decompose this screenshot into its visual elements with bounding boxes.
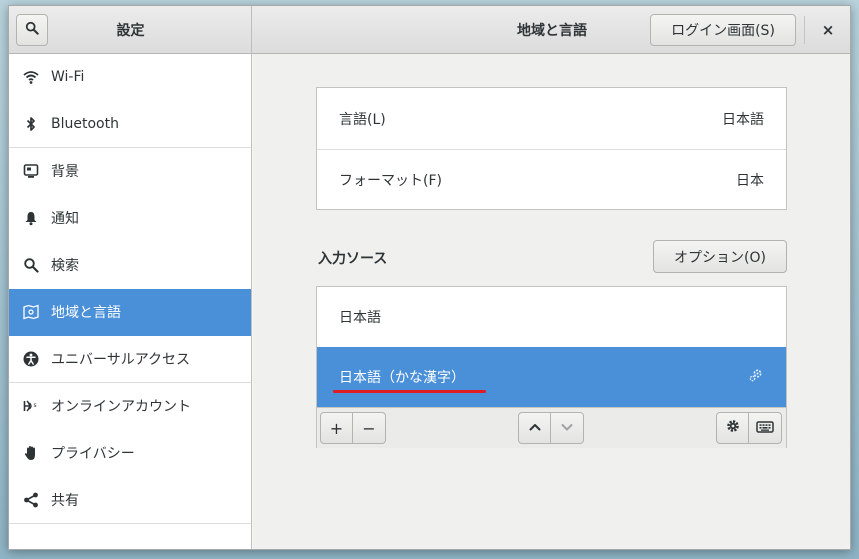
header-separator <box>804 16 805 44</box>
input-sources-list: 日本語 日本語（かな漢字） + − <box>316 286 787 448</box>
settings-title: 設定 <box>116 22 145 39</box>
sidebar-item-universal-access[interactable]: ユニバーサルアクセス <box>9 336 251 383</box>
search-icon <box>23 257 39 273</box>
online-accounts-icon: s <box>23 398 39 414</box>
input-source-label: 日本語 <box>339 310 381 326</box>
keyboard-icon <box>756 419 774 438</box>
gear-icon <box>725 418 741 438</box>
sidebar-item-notifications[interactable]: 通知 <box>9 195 251 242</box>
plus-icon: + <box>329 418 344 438</box>
close-button[interactable]: × <box>813 15 843 45</box>
sidebar-item-label: 背景 <box>51 164 79 180</box>
format-row[interactable]: フォーマット(F) 日本 <box>317 149 786 210</box>
sidebar-item-background[interactable]: 背景 <box>9 148 251 195</box>
sidebar-item-search[interactable]: 検索 <box>9 242 251 289</box>
minus-icon: − <box>362 418 376 438</box>
language-value: 日本語 <box>722 111 764 128</box>
close-icon: × <box>821 21 835 39</box>
keyboard-layout-button[interactable] <box>749 412 782 444</box>
background-icon <box>23 163 39 179</box>
add-input-source-button[interactable]: + <box>320 412 353 444</box>
sidebar-item-label: 検索 <box>51 258 79 274</box>
sidebar-item-label: Bluetooth <box>51 116 119 132</box>
move-down-button[interactable] <box>551 412 584 444</box>
sidebar-item-label: 共有 <box>51 493 79 509</box>
input-sources-title: 入力ソース <box>318 251 388 267</box>
bell-icon <box>23 210 39 226</box>
sidebar-item-online-accounts[interactable]: s オンラインアカウント <box>9 383 251 430</box>
input-source-label: 日本語（かな漢字） <box>339 370 465 386</box>
sidebar-item-label: プライバシー <box>51 446 135 462</box>
options-button[interactable]: オプション(O) <box>653 240 787 273</box>
share-icon <box>23 492 39 508</box>
accessibility-icon <box>23 351 39 367</box>
sidebar-item-region-language[interactable]: 地域と言語 <box>9 289 251 336</box>
input-sources-toolbar: + − <box>317 407 786 448</box>
chevron-up-icon <box>528 419 542 438</box>
header-left: 設定 <box>9 6 252 53</box>
sidebar-item-label: ユニバーサルアクセス <box>51 352 191 368</box>
remove-input-source-button[interactable]: − <box>353 412 386 444</box>
gear-icon[interactable] <box>748 367 764 387</box>
region-icon <box>23 304 39 320</box>
svg-text:s: s <box>34 402 37 409</box>
format-value: 日本 <box>736 173 764 189</box>
language-format-list: 言語(L) 日本語 フォーマット(F) 日本 <box>316 87 787 210</box>
sidebar-item-label: オンラインアカウント <box>51 399 191 415</box>
settings-window: 設定 地域と言語 ログイン画面(S) × Wi-Fi Bluetooth 背景 <box>8 5 851 550</box>
region-language-panel: 言語(L) 日本語 フォーマット(F) 日本 入力ソース オプション(O) 日本… <box>253 54 850 549</box>
language-label: 言語(L) <box>339 111 386 128</box>
format-label: フォーマット(F) <box>339 173 442 189</box>
bluetooth-icon <box>23 116 39 132</box>
sidebar-item-bluetooth[interactable]: Bluetooth <box>9 101 251 148</box>
input-source-row-selected[interactable]: 日本語（かな漢字） <box>317 347 786 407</box>
sidebar-item-label: Wi-Fi <box>51 69 85 85</box>
input-source-settings-button[interactable] <box>716 412 749 444</box>
sidebar: Wi-Fi Bluetooth 背景 通知 検索 地域と言語 ユニバーサルアクセ… <box>9 54 252 549</box>
hand-icon <box>23 445 39 461</box>
sidebar-item-label: 地域と言語 <box>51 305 121 321</box>
login-screen-button[interactable]: ログイン画面(S) <box>650 14 796 46</box>
wifi-icon <box>23 69 39 85</box>
language-row[interactable]: 言語(L) 日本語 <box>317 88 786 149</box>
red-underline-annotation <box>333 390 486 393</box>
move-up-button[interactable] <box>518 412 551 444</box>
sidebar-item-privacy[interactable]: プライバシー <box>9 430 251 477</box>
input-source-row[interactable]: 日本語 <box>317 287 786 347</box>
sidebar-item-sharing[interactable]: 共有 <box>9 477 251 524</box>
sidebar-item-wifi[interactable]: Wi-Fi <box>9 54 251 101</box>
sidebar-item-label: 通知 <box>51 211 79 227</box>
chevron-down-icon <box>560 419 574 438</box>
header-bar: 設定 地域と言語 ログイン画面(S) × <box>9 6 850 54</box>
